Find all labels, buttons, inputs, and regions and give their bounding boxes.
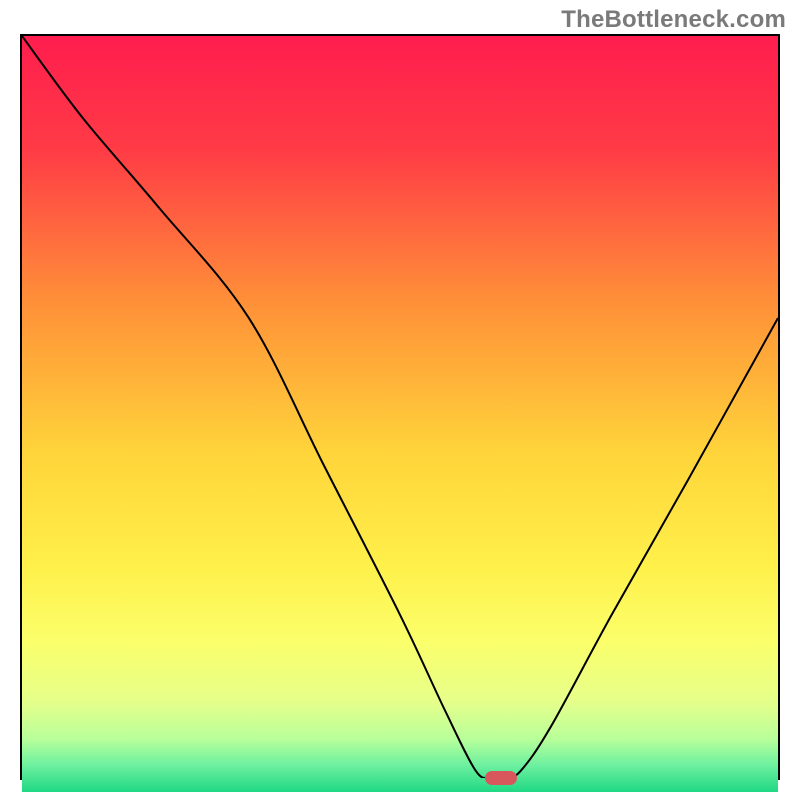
plot-area [20, 34, 780, 780]
chart-container: TheBottleneck.com [0, 0, 800, 800]
bottleneck-curve [22, 36, 778, 778]
watermark-text: TheBottleneck.com [561, 6, 786, 34]
curve-layer [22, 36, 778, 778]
optimal-marker [485, 771, 517, 785]
